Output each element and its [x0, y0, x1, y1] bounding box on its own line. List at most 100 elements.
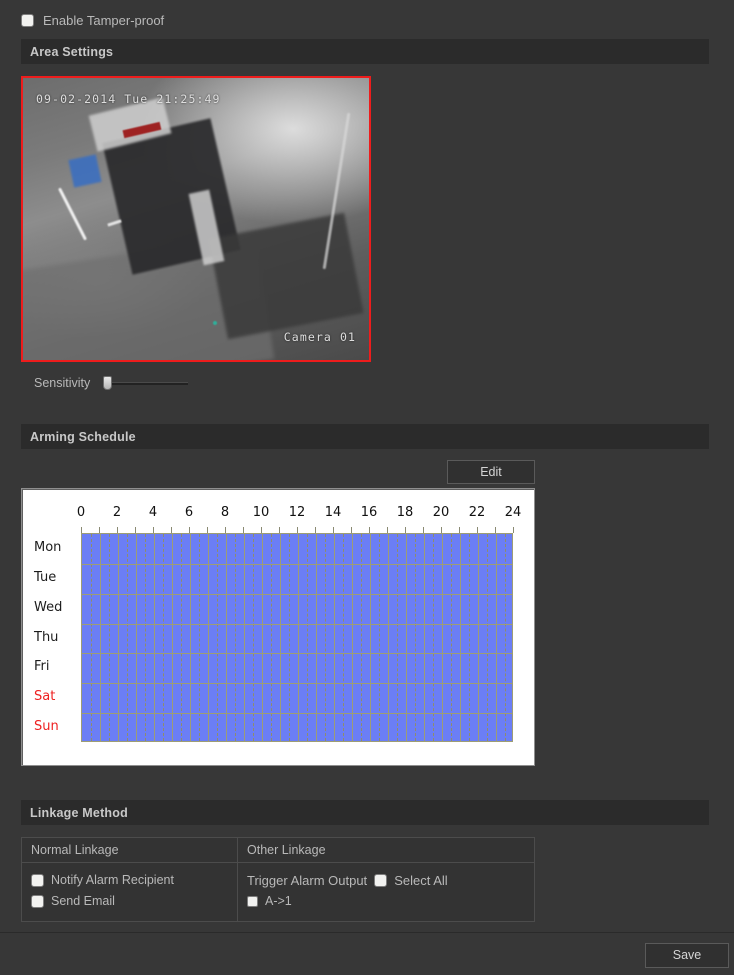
grid-half-hour-line: [217, 534, 218, 741]
day-label-wed: Wed: [34, 599, 63, 615]
select-all-label: Select All: [394, 873, 448, 888]
grid-half-hour-line: [451, 534, 452, 741]
grid-half-hour-line: [487, 534, 488, 741]
grid-hour-line: [244, 534, 245, 741]
alarm-output-a1-option[interactable]: A->1: [247, 891, 525, 912]
save-button[interactable]: Save: [645, 943, 729, 968]
hour-label-4: 4: [148, 505, 158, 520]
send-email-option[interactable]: Send Email: [31, 891, 228, 912]
grid-hour-line: [118, 534, 119, 741]
day-label-thu: Thu: [34, 629, 59, 645]
select-all-checkbox[interactable]: [374, 874, 388, 887]
hour-label-2: 2: [112, 505, 122, 520]
camera-live-preview[interactable]: 09-02-2014 Tue 21:25:49 Camera 01: [21, 76, 371, 362]
edit-schedule-button[interactable]: Edit: [447, 460, 535, 484]
hour-label-8: 8: [220, 505, 230, 520]
arming-schedule-panel[interactable]: 0 2 4 6 8 10 12 14 16 18 20 22 24 Mon Tue Wed Thu Fri Sat…: [21, 488, 535, 766]
grid-half-hour-line: [325, 534, 326, 741]
hour-label-14: 14: [324, 505, 342, 520]
tamper-proof-settings-page: Enable Tamper-proof Area Settings 09-02-…: [0, 0, 734, 975]
grid-hour-line: [172, 534, 173, 741]
sensitivity-label: Sensitivity: [34, 376, 91, 390]
grid-half-hour-line: [415, 534, 416, 741]
video-shape-green-dot: [213, 320, 218, 325]
trigger-alarm-output-row: Trigger Alarm Output Select All: [247, 870, 525, 891]
grid-hour-line: [352, 534, 353, 741]
hour-label-6: 6: [184, 505, 194, 520]
day-label-fri: Fri: [34, 659, 50, 675]
grid-half-hour-line: [433, 534, 434, 741]
grid-hour-line: [442, 534, 443, 741]
grid-hour-line: [154, 534, 155, 741]
notify-alarm-recipient-checkbox[interactable]: [31, 874, 44, 887]
trigger-alarm-output-label: Trigger Alarm Output: [247, 873, 368, 888]
sensitivity-slider-thumb[interactable]: [103, 376, 113, 390]
section-title-arming-schedule: Arming Schedule: [30, 429, 136, 444]
alarm-output-a1-checkbox[interactable]: [247, 896, 258, 907]
normal-linkage-header: Normal Linkage: [21, 837, 238, 863]
enable-tamper-proof-checkbox[interactable]: [21, 14, 34, 27]
grid-hour-line: [424, 534, 425, 741]
schedule-hour-axis: 0 2 4 6 8 10 12 14 16 18 20 22 24: [77, 505, 521, 527]
grid-half-hour-line: [307, 534, 308, 741]
grid-half-hour-line: [145, 534, 146, 741]
grid-day-line: [82, 713, 512, 714]
video-shape-blue-object: [68, 154, 102, 188]
day-label-tue: Tue: [34, 569, 57, 585]
grid-half-hour-line: [109, 534, 110, 741]
grid-hour-line: [262, 534, 263, 741]
grid-half-hour-line: [343, 534, 344, 741]
section-header-arming-schedule: Arming Schedule: [21, 424, 709, 449]
grid-hour-line: [190, 534, 191, 741]
grid-day-line: [82, 683, 512, 684]
grid-half-hour-line: [253, 534, 254, 741]
schedule-day-labels: Mon Tue Wed Thu Fri Sat Sun: [34, 533, 80, 742]
video-camera-name-osd: Camera 01: [283, 330, 356, 344]
grid-hour-line: [388, 534, 389, 741]
sensitivity-slider-track[interactable]: [103, 382, 189, 385]
send-email-label: Send Email: [51, 894, 115, 908]
hour-label-0: 0: [76, 505, 86, 520]
linkage-method-table: Normal Linkage Other Linkage Notify Alar…: [21, 837, 535, 922]
hour-label-10: 10: [252, 505, 270, 520]
grid-hour-line: [478, 534, 479, 741]
normal-linkage-cell: Notify Alarm Recipient Send Email: [21, 862, 238, 922]
grid-hour-line: [136, 534, 137, 741]
footer-divider: [0, 932, 734, 933]
section-header-linkage-method: Linkage Method: [21, 800, 709, 825]
day-label-sun: Sun: [34, 719, 59, 735]
notify-alarm-recipient-option[interactable]: Notify Alarm Recipient: [31, 870, 228, 891]
hour-label-12: 12: [288, 505, 306, 520]
grid-hour-line: [100, 534, 101, 741]
grid-day-line: [82, 653, 512, 654]
video-shape-streak: [58, 187, 88, 241]
grid-half-hour-line: [235, 534, 236, 741]
send-email-checkbox[interactable]: [31, 895, 44, 908]
grid-half-hour-line: [91, 534, 92, 741]
hour-label-18: 18: [396, 505, 414, 520]
grid-hour-line: [280, 534, 281, 741]
hour-label-16: 16: [360, 505, 378, 520]
schedule-grid[interactable]: [81, 533, 513, 742]
grid-hour-line: [226, 534, 227, 741]
grid-hour-line: [316, 534, 317, 741]
grid-half-hour-line: [289, 534, 290, 741]
linkage-body-row: Notify Alarm Recipient Send Email Trigge…: [21, 862, 535, 922]
video-timestamp-osd: 09-02-2014 Tue 21:25:49: [36, 92, 221, 106]
video-image: [23, 78, 369, 360]
grid-half-hour-line: [469, 534, 470, 741]
other-linkage-cell: Trigger Alarm Output Select All A->1: [237, 862, 535, 922]
grid-half-hour-line: [181, 534, 182, 741]
day-label-mon: Mon: [34, 539, 62, 555]
notify-alarm-recipient-label: Notify Alarm Recipient: [51, 873, 174, 887]
grid-half-hour-line: [379, 534, 380, 741]
other-linkage-header: Other Linkage: [237, 837, 535, 863]
enable-tamper-proof-row[interactable]: Enable Tamper-proof: [21, 13, 164, 28]
section-title-linkage-method: Linkage Method: [30, 805, 128, 820]
linkage-header-row: Normal Linkage Other Linkage: [21, 837, 535, 863]
grid-hour-line: [370, 534, 371, 741]
sensitivity-slider[interactable]: [103, 376, 189, 390]
grid-hour-line: [406, 534, 407, 741]
grid-hour-line: [334, 534, 335, 741]
enable-tamper-proof-label: Enable Tamper-proof: [43, 13, 165, 28]
